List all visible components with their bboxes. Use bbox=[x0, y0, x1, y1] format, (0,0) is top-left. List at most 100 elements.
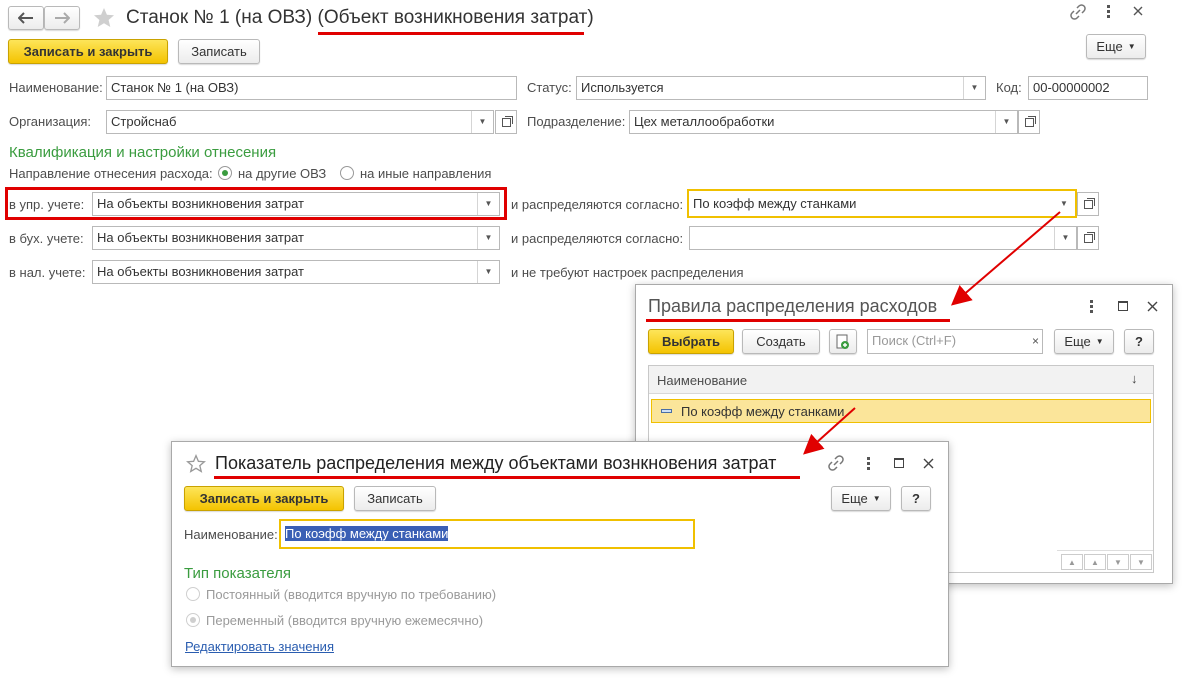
acc-rule-dropdown-icon[interactable]: ▼ bbox=[1054, 227, 1076, 249]
name-field[interactable]: Станок № 1 (на ОВЗ) bbox=[106, 76, 517, 100]
rules-title-underline bbox=[646, 319, 950, 322]
organization-open-button[interactable] bbox=[495, 110, 517, 134]
open-icon bbox=[1083, 231, 1095, 243]
mgmt-rule-open-button[interactable] bbox=[1077, 192, 1099, 216]
rules-copy-button[interactable] bbox=[829, 329, 857, 354]
radio-variable[interactable] bbox=[186, 613, 200, 627]
open-icon bbox=[1083, 197, 1095, 209]
status-dropdown-icon[interactable]: ▼ bbox=[963, 77, 985, 99]
indicator-close-icon[interactable] bbox=[923, 458, 934, 469]
page-title: Станок № 1 (на ОВЗ) (Объект возникновени… bbox=[126, 7, 594, 29]
acc-value: На объекты возникновения затрат bbox=[97, 230, 304, 245]
rules-more-button[interactable]: Еще ▼ bbox=[1054, 329, 1114, 354]
mgmt-dropdown-icon[interactable]: ▼ bbox=[477, 193, 499, 215]
more-button-label: Еще bbox=[1096, 39, 1123, 54]
next-page-icon[interactable]: ▼ bbox=[1107, 554, 1129, 570]
indicator-name-label: Наименование: bbox=[184, 527, 278, 542]
organization-select[interactable]: Стройснаб ▼ bbox=[106, 110, 494, 134]
mgmt-value: На объекты возникновения затрат bbox=[97, 196, 304, 211]
more-button[interactable]: Еще ▼ bbox=[1086, 34, 1146, 59]
indicator-name-value: По коэфф между станками bbox=[285, 526, 449, 541]
edit-values-link[interactable]: Редактировать значения bbox=[185, 639, 334, 655]
rules-close-icon[interactable] bbox=[1147, 301, 1158, 312]
page-title-main: Станок № 1 (на ОВЗ) bbox=[126, 7, 313, 28]
open-icon bbox=[1024, 115, 1036, 127]
radio-other-directions-label[interactable]: на иные направления bbox=[360, 166, 491, 182]
department-select[interactable]: Цех металлообработки ▼ bbox=[629, 110, 1018, 134]
more-actions-icon[interactable] bbox=[1107, 5, 1110, 20]
mgmt-rule-value: По коэфф между станками bbox=[693, 196, 857, 211]
acc-distributed-label: и распределяются согласно: bbox=[511, 231, 684, 246]
mgmt-rule-select[interactable]: По коэфф между станками ▼ bbox=[687, 189, 1077, 218]
favorite-star-icon[interactable] bbox=[186, 454, 206, 474]
indicator-title-underline bbox=[214, 476, 800, 479]
arrow-right-icon bbox=[55, 12, 70, 24]
radio-other-ovz-label[interactable]: на другие ОВЗ bbox=[238, 166, 326, 182]
radio-other-directions[interactable] bbox=[340, 166, 354, 180]
code-field[interactable]: 00-00000002 bbox=[1028, 76, 1148, 100]
indicator-more-label: Еще bbox=[841, 491, 868, 506]
link-icon[interactable] bbox=[1070, 4, 1086, 20]
indicator-window: Показатель распределения между объектами… bbox=[171, 441, 949, 667]
save-and-close-button[interactable]: Записать и закрыть bbox=[8, 39, 168, 64]
table-row[interactable]: По коэфф между станками bbox=[651, 399, 1151, 423]
first-page-icon[interactable]: ▲ bbox=[1061, 554, 1083, 570]
department-open-button[interactable] bbox=[1018, 110, 1040, 134]
rules-row-name: По коэфф между станками bbox=[681, 404, 845, 419]
indicator-maximize-icon[interactable] bbox=[894, 458, 904, 468]
rules-create-button[interactable]: Создать bbox=[742, 329, 820, 354]
department-value: Цех металлообработки bbox=[634, 114, 775, 129]
rules-maximize-icon[interactable] bbox=[1118, 301, 1128, 311]
radio-variable-label[interactable]: Переменный (вводится вручную ежемесячно) bbox=[206, 613, 483, 629]
prev-page-icon[interactable]: ▲ bbox=[1084, 554, 1106, 570]
acc-rule-select[interactable]: ▼ bbox=[689, 226, 1077, 250]
acc-dropdown-icon[interactable]: ▼ bbox=[477, 227, 499, 249]
rules-table-header[interactable]: Наименование ↓ bbox=[649, 366, 1153, 394]
arrow-left-icon bbox=[18, 12, 33, 24]
status-value: Используется bbox=[581, 80, 664, 95]
add-document-icon bbox=[836, 334, 849, 349]
indicator-window-title: Показатель распределения между объектами… bbox=[215, 453, 777, 473]
mgmt-select[interactable]: На объекты возникновения затрат ▼ bbox=[92, 192, 500, 216]
status-label: Статус: bbox=[527, 80, 572, 95]
indicator-help-button[interactable]: ? bbox=[901, 486, 931, 511]
favorite-star-icon[interactable] bbox=[92, 6, 116, 30]
mgmt-label: в упр. учете: bbox=[9, 197, 85, 212]
organization-label: Организация: bbox=[9, 114, 92, 129]
link-icon[interactable] bbox=[828, 455, 844, 471]
radio-other-ovz[interactable] bbox=[218, 166, 232, 180]
section-title: Квалификация и настройки отнесения bbox=[9, 144, 277, 161]
back-button[interactable] bbox=[8, 6, 44, 30]
organization-dropdown-icon[interactable]: ▼ bbox=[471, 111, 493, 133]
rules-help-button[interactable]: ? bbox=[1124, 329, 1154, 354]
radio-constant[interactable] bbox=[186, 587, 200, 601]
chevron-down-icon: ▼ bbox=[1095, 337, 1104, 346]
indicator-more-actions-icon[interactable] bbox=[867, 457, 870, 472]
rules-more-actions-icon[interactable] bbox=[1090, 300, 1093, 315]
indicator-more-button[interactable]: Еще ▼ bbox=[831, 486, 891, 511]
rules-search-input[interactable]: Поиск (Ctrl+F) × bbox=[867, 329, 1043, 354]
mgmt-rule-dropdown-icon[interactable]: ▼ bbox=[1053, 191, 1075, 216]
mgmt-distributed-label: и распределяются согласно: bbox=[511, 197, 684, 212]
acc-rule-open-button[interactable] bbox=[1077, 226, 1099, 250]
indicator-name-field[interactable]: По коэфф между станками bbox=[279, 519, 695, 549]
page-title-suffix: (Объект возникновения затрат) bbox=[317, 7, 594, 28]
last-page-icon[interactable]: ▼ bbox=[1130, 554, 1152, 570]
sort-down-icon: ↓ bbox=[1131, 371, 1138, 386]
indicator-save-close-button[interactable]: Записать и закрыть bbox=[184, 486, 344, 511]
department-dropdown-icon[interactable]: ▼ bbox=[995, 111, 1017, 133]
clear-search-icon[interactable]: × bbox=[1032, 330, 1039, 352]
close-icon[interactable] bbox=[1133, 6, 1143, 16]
rules-more-label: Еще bbox=[1064, 334, 1091, 349]
forward-button[interactable] bbox=[44, 6, 80, 30]
tax-select[interactable]: На объекты возникновения затрат ▼ bbox=[92, 260, 500, 284]
radio-constant-label[interactable]: Постоянный (вводится вручную по требован… bbox=[206, 587, 496, 603]
tax-dropdown-icon[interactable]: ▼ bbox=[477, 261, 499, 283]
acc-select[interactable]: На объекты возникновения затрат ▼ bbox=[92, 226, 500, 250]
rules-select-button[interactable]: Выбрать bbox=[648, 329, 734, 354]
save-button[interactable]: Записать bbox=[178, 39, 260, 64]
status-select[interactable]: Используется ▼ bbox=[576, 76, 986, 100]
tax-label: в нал. учете: bbox=[9, 265, 86, 280]
indicator-save-button[interactable]: Записать bbox=[354, 486, 436, 511]
rules-search-placeholder: Поиск (Ctrl+F) bbox=[872, 333, 957, 348]
